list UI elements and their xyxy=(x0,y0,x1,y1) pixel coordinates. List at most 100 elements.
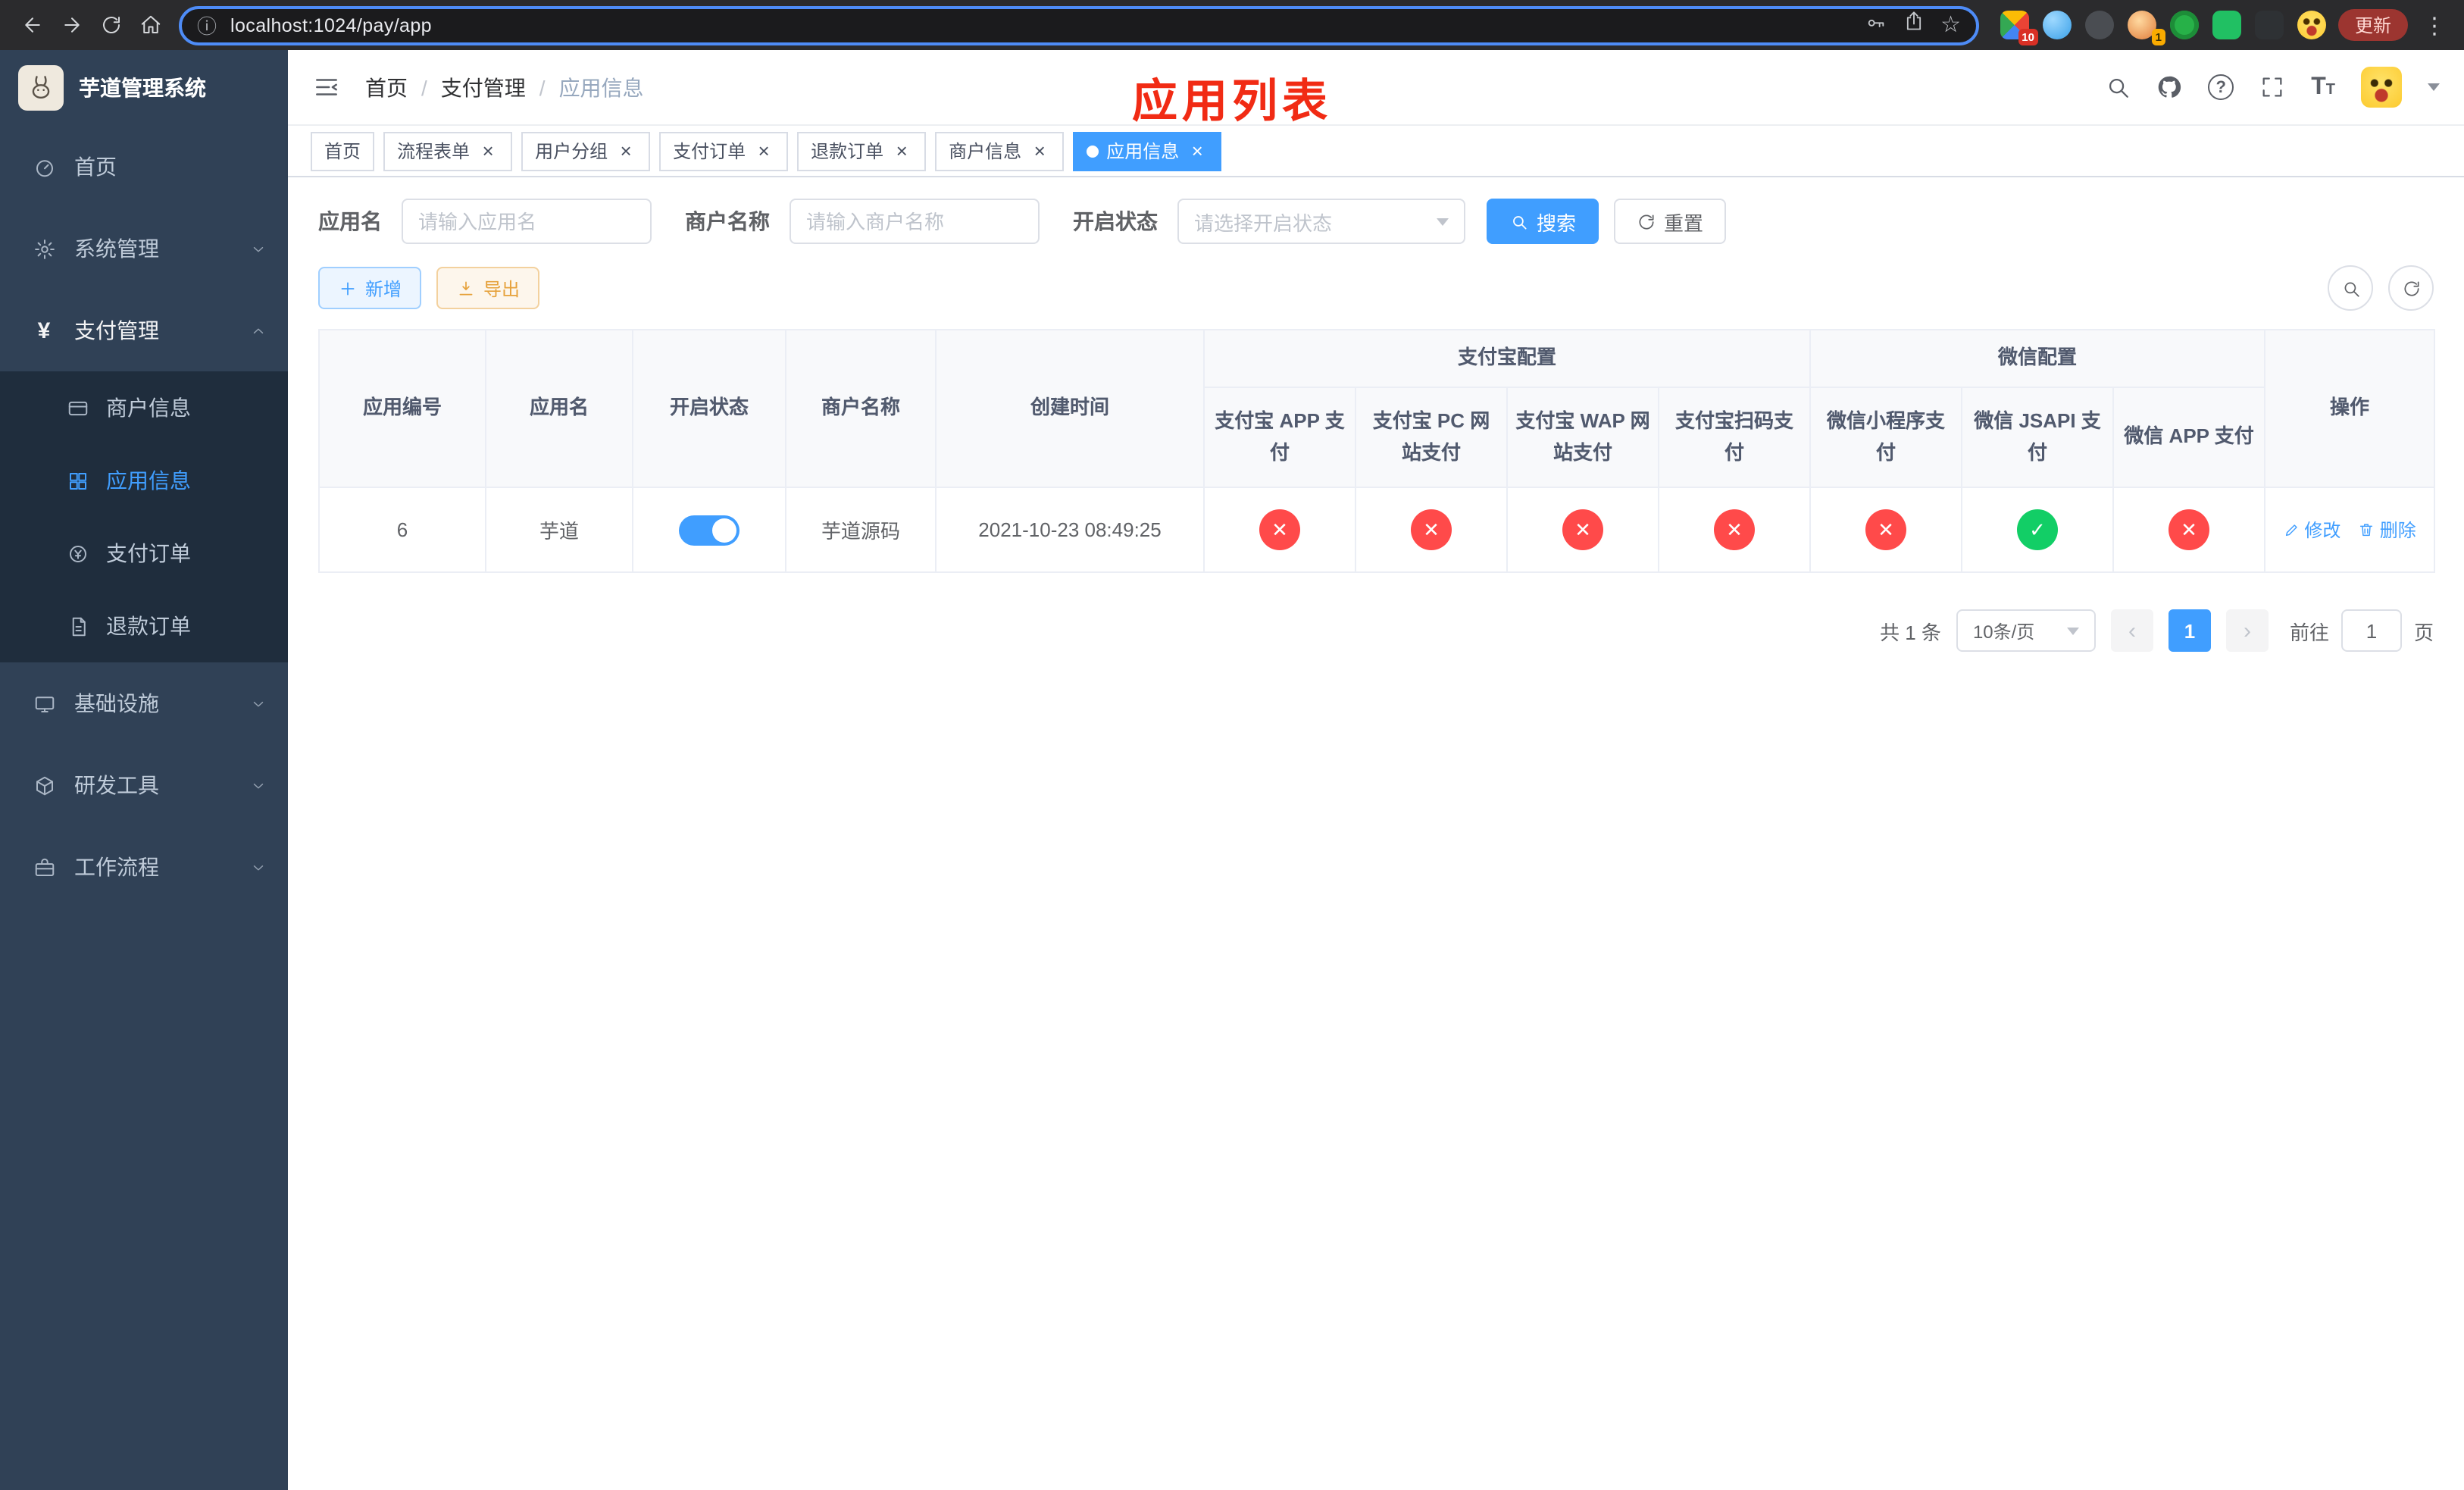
address-bar[interactable]: ⓘ localhost:1024/pay/app ☆ xyxy=(179,5,1979,45)
tab-close-icon[interactable]: × xyxy=(753,140,774,161)
pagination-total: 共 1 条 xyxy=(1880,621,1941,643)
chevron-down-icon xyxy=(250,859,267,875)
config-status-icon xyxy=(2169,509,2210,550)
col-ops: 操作 xyxy=(2264,329,2436,488)
tab-refund-order[interactable]: 退款订单 × xyxy=(797,131,927,171)
sidebar-item-home[interactable]: 首页 xyxy=(0,126,288,208)
col-alipay-wap: 支付宝 WAP 网站支付 xyxy=(1506,387,1659,488)
password-key-icon[interactable] xyxy=(1865,11,1886,39)
ext-green-square-icon[interactable] xyxy=(2212,11,2241,39)
ext-green-circle-icon[interactable] xyxy=(2169,11,2199,39)
prev-page-button[interactable]: ‹ xyxy=(2110,609,2153,652)
tab-close-icon[interactable]: × xyxy=(615,140,636,161)
tab-pay-order[interactable]: 支付订单 × xyxy=(659,131,789,171)
add-button[interactable]: 新增 xyxy=(318,267,422,309)
page-size-select[interactable]: 10条/页 xyxy=(1956,609,2096,652)
bookmark-star-icon[interactable]: ☆ xyxy=(1940,14,1961,36)
ext-dark-icon[interactable] xyxy=(2084,11,2114,39)
page-content: 应用名 商户名称 开启状态 请选择开启状态 搜索 重置 xyxy=(288,177,2464,1490)
breadcrumb: 首页 / 支付管理 / 应用信息 xyxy=(365,72,644,102)
help-icon[interactable]: ? xyxy=(2208,74,2234,100)
tab-user-group[interactable]: 用户分组 × xyxy=(521,131,651,171)
sidebar-item-label: 系统管理 xyxy=(74,236,159,261)
sidebar-item-system[interactable]: 系统管理 xyxy=(0,208,288,290)
export-button[interactable]: 导出 xyxy=(436,267,540,309)
sidebar-collapse-icon[interactable] xyxy=(312,73,341,102)
site-info-icon[interactable]: ⓘ xyxy=(197,11,217,39)
tab-label: 应用信息 xyxy=(1106,141,1180,162)
url-text: localhost:1024/pay/app xyxy=(230,14,432,36)
sidebar-item-devtools[interactable]: 研发工具 xyxy=(0,744,288,826)
screen: ⓘ localhost:1024/pay/app ☆ 10 1 更新 ⋮ 应用列… xyxy=(0,0,2464,1490)
monitor-icon xyxy=(30,692,58,715)
search-icon[interactable] xyxy=(2105,74,2131,100)
tab-close-icon[interactable]: × xyxy=(1187,140,1208,161)
config-status-icon xyxy=(1411,509,1452,550)
filter-form: 应用名 商户名称 开启状态 请选择开启状态 搜索 重置 xyxy=(318,199,2434,244)
active-tab-dot xyxy=(1087,145,1099,157)
tab-home[interactable]: 首页 xyxy=(311,131,375,171)
goto-unit: 页 xyxy=(2413,621,2434,643)
share-icon[interactable] xyxy=(1903,11,1924,39)
next-page-button[interactable]: › xyxy=(2225,609,2269,652)
grid-icon xyxy=(64,469,91,492)
fullscreen-icon[interactable] xyxy=(2259,74,2285,100)
payment-submenu: 商户信息 应用信息 支付订单 退款订单 xyxy=(0,371,288,662)
browser-home-button[interactable] xyxy=(130,5,170,45)
browser-menu-icon[interactable]: ⋮ xyxy=(2417,11,2452,39)
browser-update-button[interactable]: 更新 xyxy=(2337,9,2408,41)
breadcrumb-payment[interactable]: 支付管理 xyxy=(441,72,526,102)
github-icon[interactable] xyxy=(2156,74,2182,100)
ext-drop-icon[interactable] xyxy=(2042,11,2072,39)
search-button[interactable]: 搜索 xyxy=(1487,199,1599,244)
reset-button-label: 重置 xyxy=(1664,211,1704,234)
browser-reload-button[interactable] xyxy=(91,5,130,45)
sidebar-item-label: 商户信息 xyxy=(106,396,191,420)
breadcrumb-home[interactable]: 首页 xyxy=(365,72,408,102)
edit-link-label: 修改 xyxy=(2304,520,2341,541)
ext-grid-icon[interactable]: 10 xyxy=(2000,11,2038,45)
browser-chrome: ⓘ localhost:1024/pay/app ☆ 10 1 更新 ⋮ xyxy=(0,0,2464,50)
sidebar-item-infrastructure[interactable]: 基础设施 xyxy=(0,662,288,744)
current-page-button[interactable]: 1 xyxy=(2168,609,2211,652)
avatar-dropdown-icon[interactable] xyxy=(2428,83,2440,91)
goto-page-input[interactable] xyxy=(2340,609,2402,652)
config-status-icon xyxy=(1714,509,1755,550)
edit-link[interactable]: 修改 xyxy=(2283,517,2340,543)
ext-badge: 10 xyxy=(2018,28,2038,45)
sidebar-subitem-merchant-info[interactable]: 商户信息 xyxy=(0,371,288,444)
document-icon xyxy=(64,615,91,637)
tab-label: 支付订单 xyxy=(673,141,746,162)
config-status-icon xyxy=(1259,509,1300,550)
sidebar-item-label: 首页 xyxy=(74,155,117,179)
tab-merchant-info[interactable]: 商户信息 × xyxy=(935,131,1065,171)
avatar[interactable] xyxy=(2361,67,2402,108)
sidebar-item-workflow[interactable]: 工作流程 xyxy=(0,826,288,908)
sidebar-subitem-pay-order[interactable]: 支付订单 xyxy=(0,517,288,590)
refresh-table-button[interactable] xyxy=(2388,265,2434,311)
tab-close-icon[interactable]: × xyxy=(891,140,912,161)
ext-emoji-icon[interactable] xyxy=(2297,11,2326,39)
ext-avatar-icon[interactable]: 1 xyxy=(2127,11,2165,45)
sidebar-subitem-app-info[interactable]: 应用信息 xyxy=(0,444,288,517)
sidebar-item-payment[interactable]: ¥ 支付管理 xyxy=(0,290,288,371)
font-size-icon[interactable]: TT xyxy=(2311,74,2335,99)
merchant-name-label: 商户名称 xyxy=(685,209,770,233)
tab-close-icon[interactable]: × xyxy=(1029,140,1050,161)
app-name-input[interactable] xyxy=(402,199,652,244)
app-logo-row[interactable]: 芋道管理系统 xyxy=(0,50,288,126)
ext-badge: 1 xyxy=(2151,28,2165,45)
browser-forward-button[interactable] xyxy=(52,5,91,45)
merchant-name-input[interactable] xyxy=(790,199,1040,244)
delete-link[interactable]: 删除 xyxy=(2359,517,2416,543)
status-select[interactable]: 请选择开启状态 xyxy=(1177,199,1465,244)
reset-button[interactable]: 重置 xyxy=(1614,199,1727,244)
tab-app-info[interactable]: 应用信息 × xyxy=(1073,131,1222,171)
tab-close-icon[interactable]: × xyxy=(477,140,499,161)
sidebar-subitem-refund-order[interactable]: 退款订单 xyxy=(0,590,288,662)
toggle-search-button[interactable] xyxy=(2328,265,2373,311)
browser-back-button[interactable] xyxy=(12,5,52,45)
ext-pin-icon[interactable] xyxy=(2254,11,2284,39)
status-toggle[interactable] xyxy=(679,515,740,545)
tab-process-form[interactable]: 流程表单 × xyxy=(383,131,513,171)
